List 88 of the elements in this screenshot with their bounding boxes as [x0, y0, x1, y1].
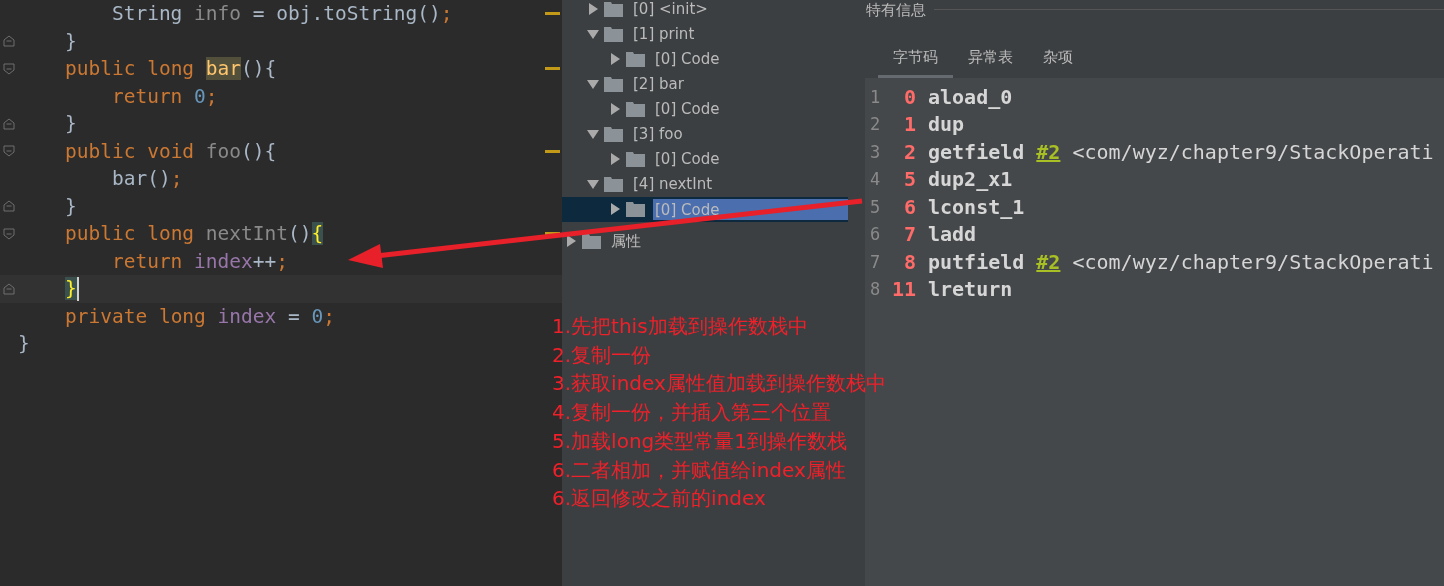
annotation-note: 4.复制一份，并插入第三个位置 — [552, 399, 833, 427]
fold-marker-icon[interactable] — [3, 145, 15, 158]
bytecode-offset: 5 — [902, 167, 916, 192]
tree-node-label[interactable]: [2] bar — [631, 73, 686, 95]
fold-marker-icon[interactable] — [3, 200, 15, 213]
tree-node-label[interactable]: [4] nextInt — [631, 173, 715, 195]
expand-arrow-icon[interactable] — [565, 235, 577, 247]
code-line: public void foo(){ — [63, 138, 277, 165]
bytecode-instruction: dup2_x1 — [928, 167, 1013, 192]
fold-marker-icon[interactable] — [3, 282, 15, 295]
folder-icon — [604, 176, 623, 192]
line-number: 2 — [869, 114, 882, 135]
folder-icon — [626, 201, 645, 217]
expand-arrow-icon[interactable] — [609, 153, 621, 165]
bytecode-instruction: lreturn — [928, 277, 1013, 302]
fold-marker-icon[interactable] — [3, 227, 15, 240]
line-number: 1 — [869, 86, 882, 107]
code-line: } — [63, 193, 77, 220]
bytecode-instruction: putfield — [928, 249, 1025, 274]
constant-pool-link[interactable]: #2 — [1036, 139, 1061, 164]
annotation-note: 5.加载long类型常量1到操作数栈 — [552, 427, 848, 455]
code-line: public long nextInt(){ — [63, 221, 324, 247]
bytecode-instruction: dup — [928, 112, 965, 137]
code-line: private long index = 0; — [63, 303, 336, 330]
bytecode-operand: <com/wyz/chapter9/StackOperati — [1072, 249, 1434, 274]
folder-icon — [604, 126, 623, 142]
tree-node-label[interactable]: [3] foo — [631, 123, 685, 145]
bytecode-instruction: lconst_1 — [928, 194, 1025, 219]
line-number: 4 — [869, 169, 882, 190]
folder-icon — [626, 101, 645, 117]
code-line: } — [63, 28, 77, 55]
line-number: 3 — [869, 141, 882, 162]
bytecode-offset: 2 — [902, 139, 916, 164]
section-title: 特有信息 — [866, 0, 926, 20]
tree-node-label[interactable]: [0] Code — [653, 98, 722, 120]
expand-arrow-icon[interactable] — [609, 53, 621, 65]
folder-icon — [604, 76, 623, 92]
tab[interactable]: 异常表 — [953, 40, 1028, 78]
warning-stripe-mark[interactable] — [545, 12, 560, 16]
annotation-note: 3.获取index属性值加载到操作数栈中 — [552, 370, 886, 398]
bytecode-instruction: getfield — [928, 139, 1025, 164]
tree-node-label[interactable]: [0] Code — [653, 48, 722, 70]
code-line: } — [18, 331, 30, 357]
folder-icon — [626, 151, 645, 167]
annotation-note: 2.复制一份 — [552, 341, 653, 369]
warning-stripe-mark[interactable] — [545, 67, 560, 71]
folder-icon — [604, 26, 623, 42]
fold-marker-icon[interactable] — [3, 117, 15, 130]
code-line: String info = obj.toString(); — [110, 1, 453, 27]
fold-marker-icon[interactable] — [3, 35, 15, 48]
bytecode-instruction: ladd — [928, 222, 977, 247]
bytecode-operand: <com/wyz/chapter9/StackOperati — [1072, 139, 1434, 164]
annotation-note: 6.返回修改之前的index — [552, 485, 767, 513]
bytecode-instruction: aload_0 — [928, 84, 1013, 109]
tree-node-label[interactable]: [0] Code — [653, 148, 722, 170]
line-number: 6 — [869, 224, 882, 245]
annotation-note: 6.二者相加，并赋值给index属性 — [552, 456, 847, 484]
tree-node-label[interactable]: 属性 — [609, 229, 643, 253]
code-line: public long bar(){ — [63, 56, 277, 82]
expand-arrow-icon[interactable] — [609, 203, 621, 215]
bytecode-offset: 8 — [902, 249, 916, 274]
collapse-arrow-icon[interactable] — [587, 128, 599, 140]
expand-arrow-icon[interactable] — [587, 3, 599, 15]
tree-node-label[interactable]: [1] print — [631, 23, 697, 45]
line-number: 5 — [869, 196, 882, 217]
code-line: return 0; — [110, 83, 218, 110]
collapse-arrow-icon[interactable] — [587, 178, 599, 190]
line-number: 7 — [869, 251, 882, 272]
warning-stripe-mark[interactable] — [545, 149, 560, 153]
code-line: } — [63, 111, 77, 137]
line-number: 8 — [869, 279, 882, 300]
bytecode-offset: 1 — [902, 112, 916, 137]
fold-marker-icon[interactable] — [3, 62, 15, 75]
folder-icon — [604, 1, 623, 17]
tree-node-label[interactable]: [0] <init> — [631, 0, 710, 20]
bytecode-offset: 6 — [902, 194, 916, 219]
collapse-arrow-icon[interactable] — [587, 78, 599, 90]
tab[interactable]: 杂项 — [1028, 40, 1088, 78]
annotation-note: 1.先把this加载到操作数栈中 — [552, 313, 809, 340]
bytecode-offset: 7 — [902, 222, 916, 247]
bytecode-offset: 0 — [902, 84, 916, 109]
constant-pool-link[interactable]: #2 — [1036, 249, 1061, 274]
bytecode-offset: 11 — [890, 277, 916, 302]
folder-icon — [626, 51, 645, 67]
code-line: bar(); — [110, 166, 183, 192]
expand-arrow-icon[interactable] — [609, 103, 621, 115]
collapse-arrow-icon[interactable] — [587, 28, 599, 40]
code-line: return index++; — [110, 248, 289, 275]
